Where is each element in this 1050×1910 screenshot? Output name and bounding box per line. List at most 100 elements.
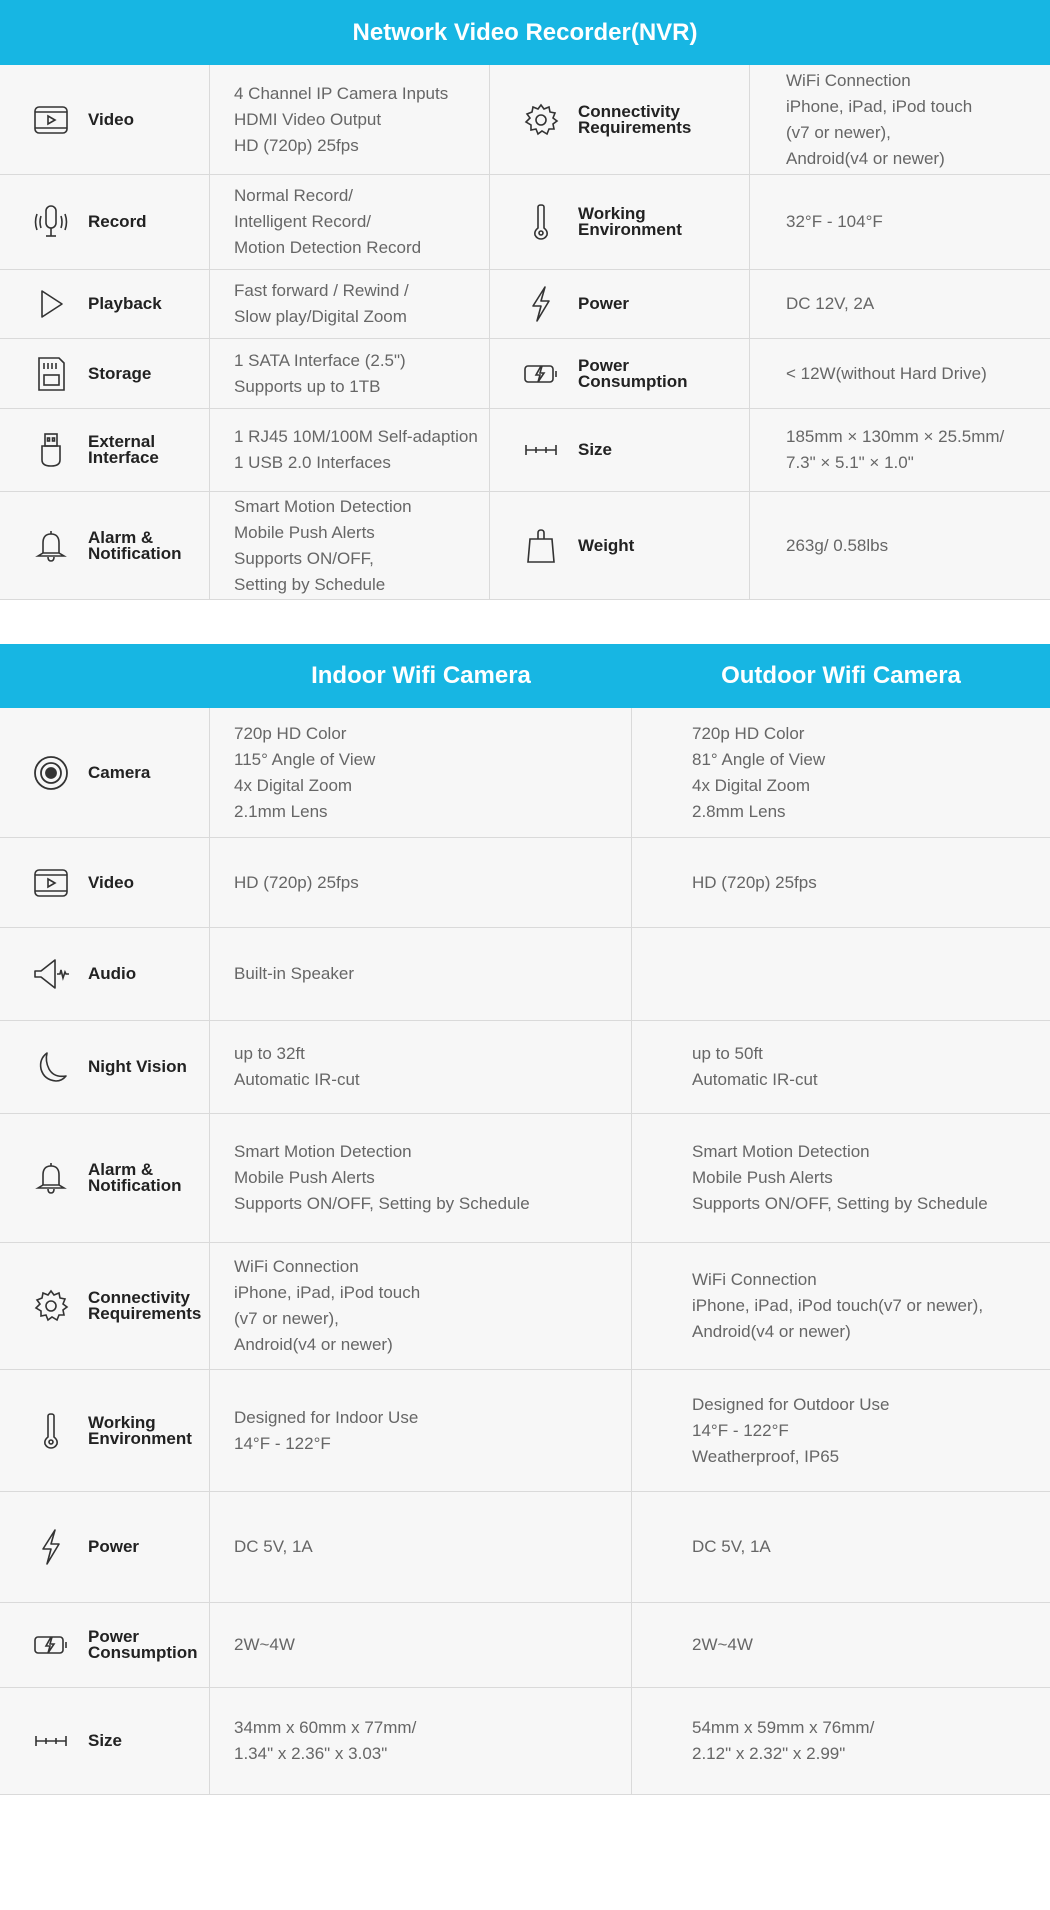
- value-line: Smart Motion Detection: [234, 496, 412, 516]
- value-line: 1 USB 2.0 Interfaces: [234, 453, 391, 472]
- feature-cell: Size: [490, 409, 750, 491]
- feature-label: External Interface: [88, 432, 159, 467]
- indoor-value: 2W~4W: [210, 1603, 632, 1687]
- camera-header: Indoor Wifi Camera Outdoor Wifi Camera: [0, 644, 1050, 708]
- indoor-value: 34mm x 60mm x 77mm/1.34" x 2.36" x 3.03": [210, 1688, 632, 1794]
- outdoor-value: [632, 928, 1050, 1020]
- outdoor-value: Smart Motion Detection Mobile Push Alerts…: [632, 1114, 1050, 1242]
- value-line: iPhone, iPad, iPod touch: [234, 1283, 421, 1302]
- spec-row: Power DC 5V, 1A DC 5V, 1A: [0, 1491, 1050, 1602]
- value-line: Automatic IR-cut: [234, 1070, 360, 1089]
- value-line: 185mm × 130mm × 25.5mm/: [786, 427, 1005, 446]
- value-line: Supports ON/OFF,: [234, 548, 374, 568]
- spec-row: Night Vision up to 32ft Automatic IR-cut up…: [0, 1020, 1050, 1113]
- feature-cell: Weight: [490, 492, 750, 599]
- value-line: 2.1mm Lens: [234, 801, 328, 821]
- feature-label: Working Environment: [88, 1412, 192, 1448]
- camera-spec-table: Camera 720p HD Color 115° Angle of View 4x …: [0, 708, 1050, 1795]
- battery-charging-icon: [520, 353, 562, 395]
- thermometer-icon: [30, 1410, 72, 1452]
- value-line: WiFi Connection: [692, 1270, 817, 1289]
- value-line: Setting by Schedule: [234, 574, 386, 594]
- feature-label: Playback: [88, 294, 162, 313]
- value-line: 2.8mm Lens: [692, 801, 786, 821]
- indoor-value: DC 5V, 1A: [210, 1492, 632, 1602]
- spec-row: Record Normal Record/Intelligent Record/M…: [0, 174, 1050, 269]
- value-line: 34mm x 60mm x 77mm/: [234, 1718, 417, 1737]
- feature-cell: Alarm & Notification: [0, 1114, 210, 1242]
- feature-label: Camera: [88, 762, 151, 782]
- spec-value: Smart Motion Detection Mobile Push Alerts…: [210, 492, 490, 599]
- feature-label: Connectivity Requirements: [88, 1288, 202, 1323]
- feature-label: Audio: [88, 964, 137, 983]
- feature-cell: Power: [490, 270, 750, 338]
- feature-label: Power: [578, 294, 630, 313]
- value-line: (v7 or newer),: [234, 1309, 339, 1328]
- value-line: DC 5V, 1A: [692, 1537, 771, 1556]
- spec-row: Camera 720p HD Color 115° Angle of View 4x …: [0, 708, 1050, 837]
- feature-cell: Power Consumption: [0, 1603, 210, 1687]
- value-line: Mobile Push Alerts: [234, 522, 375, 542]
- feature-cell: External Interface: [0, 409, 210, 491]
- camera-lens-icon: [30, 752, 72, 794]
- feature-cell: Video: [0, 65, 210, 174]
- spec-value: 185mm × 130mm × 25.5mm/7.3" × 5.1" × 1.0…: [750, 409, 1050, 491]
- value-line: Weatherproof, IP65: [692, 1446, 840, 1466]
- feature-cell: Power Consumption: [490, 339, 750, 408]
- value-line: 2W~4W: [234, 1635, 295, 1654]
- value-line: Automatic IR-cut: [692, 1070, 818, 1089]
- value-line: 2W~4W: [692, 1635, 753, 1654]
- value-line: iPhone, iPad, iPod touch(v7 or newer),: [692, 1296, 984, 1315]
- spec-row: Working Environment Designed for Indoor Us…: [0, 1369, 1050, 1491]
- value-line: 81° Angle of View: [692, 749, 826, 769]
- feature-label: Night Vision: [88, 1057, 187, 1076]
- value-line: Designed for Indoor Use: [234, 1407, 419, 1427]
- feature-cell: Record: [0, 175, 210, 269]
- outdoor-value: up to 50ft Automatic IR-cut: [632, 1021, 1050, 1113]
- value-line: 4 Channel IP Camera Inputs: [234, 83, 449, 103]
- spec-value: 1 SATA Interface (2.5") Supports up to 1T…: [210, 339, 490, 408]
- indoor-value: 720p HD Color 115° Angle of View 4x Digita…: [210, 708, 632, 837]
- section-spacer: [0, 600, 1050, 644]
- value-line: Motion Detection Record: [234, 238, 422, 257]
- feature-label: Power Consumption: [578, 355, 688, 391]
- camera-section: Indoor Wifi Camera Outdoor Wifi Camera C…: [0, 644, 1050, 1795]
- video-icon: [30, 862, 72, 904]
- battery-charging-icon: [30, 1624, 72, 1666]
- feature-label: Video: [88, 872, 134, 892]
- feature-cell: Audio: [0, 928, 210, 1020]
- feature-label: Alarm & Notification: [88, 527, 182, 563]
- value-line: Fast forward / Rewind /: [234, 281, 409, 300]
- value-line: 263g/ 0.58lbs: [786, 535, 889, 555]
- feature-label: Record: [88, 212, 147, 231]
- play-icon: [30, 283, 72, 325]
- value-line: HD (720p) 25fps: [234, 135, 359, 155]
- feature-label: Weight: [578, 535, 635, 555]
- feature-cell: Storage: [0, 339, 210, 408]
- value-line: Mobile Push Alerts: [692, 1168, 833, 1187]
- value-line: Slow play/Digital Zoom: [234, 307, 407, 326]
- spec-value: 1 RJ45 10M/100M Self-adaption 1 USB 2.0 I…: [210, 409, 490, 491]
- spec-value: Normal Record/Intelligent Record/Motion …: [210, 175, 490, 269]
- indoor-value: up to 32ft Automatic IR-cut: [210, 1021, 632, 1113]
- value-line: Android(v4 or newer): [234, 1335, 393, 1354]
- feature-cell: Video: [0, 838, 210, 927]
- outdoor-value: 54mm x 59mm x 76mm/2.12" x 2.32" x 2.99": [632, 1688, 1050, 1794]
- lightning-icon: [30, 1526, 72, 1568]
- value-line: Android(v4 or newer): [692, 1322, 851, 1341]
- feature-label: Storage: [88, 363, 152, 383]
- value-line: Smart Motion Detection: [692, 1142, 870, 1161]
- feature-label: Size: [578, 440, 613, 459]
- spec-row: Storage 1 SATA Interface (2.5") Supports u…: [0, 338, 1050, 408]
- indoor-value: HD (720p) 25fps: [210, 838, 632, 927]
- indoor-value: WiFi Connection iPhone, iPad, iPod touch (…: [210, 1243, 632, 1369]
- value-line: 32°F - 104°F: [786, 212, 883, 231]
- value-line: up to 50ft: [692, 1044, 763, 1063]
- spec-value: < 12W(without Hard Drive): [750, 339, 1050, 408]
- value-line: 4x Digital Zoom: [692, 775, 811, 795]
- spec-value: DC 12V, 2A: [750, 270, 1050, 338]
- value-line: 2.12" x 2.32" x 2.99": [692, 1744, 846, 1763]
- value-line: Supports ON/OFF, Setting by Schedule: [234, 1194, 530, 1213]
- value-line: (v7 or newer),: [786, 122, 891, 142]
- spec-value: 32°F - 104°F: [750, 175, 1050, 269]
